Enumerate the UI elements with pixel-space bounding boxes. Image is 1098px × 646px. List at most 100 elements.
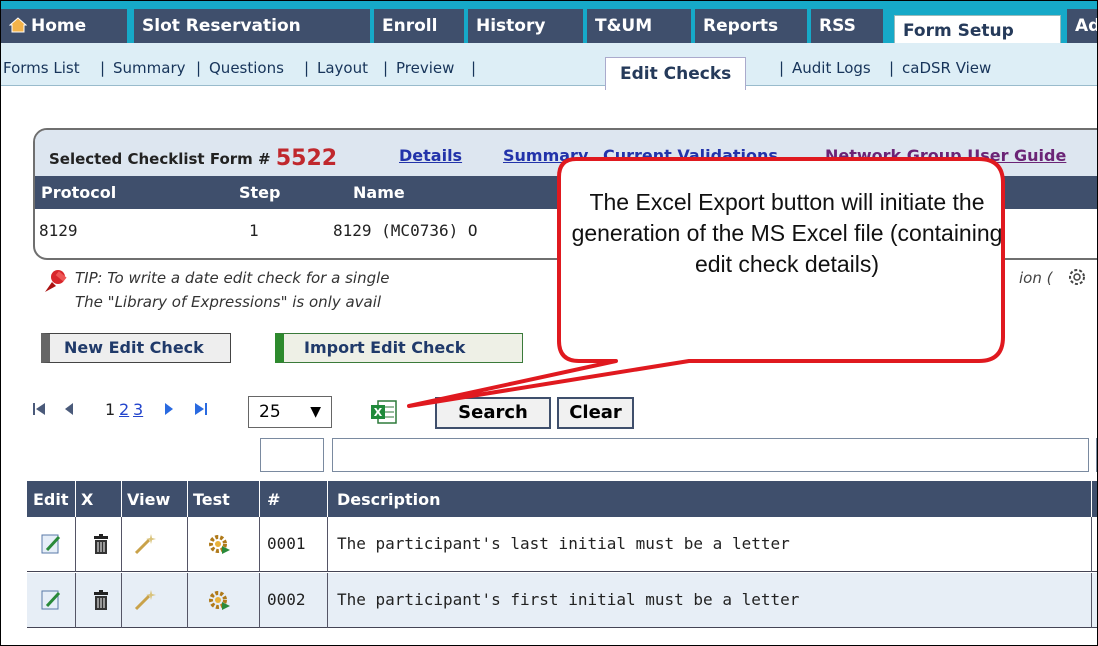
table-row: 0002 The participant's first initial mus… xyxy=(27,573,1097,628)
edit-icon[interactable] xyxy=(39,588,63,612)
subtab-separator: | xyxy=(383,59,389,77)
subtab-audit-logs[interactable]: Audit Logs xyxy=(792,59,871,77)
tip-line-1-end: ion ( xyxy=(1019,269,1053,287)
header-edit: Edit xyxy=(33,490,69,509)
column-divider xyxy=(1091,481,1092,517)
column-step: Step xyxy=(239,183,281,202)
view-wand-icon[interactable] xyxy=(133,532,157,556)
test-gear-icon[interactable] xyxy=(207,588,231,612)
column-divider xyxy=(1091,573,1092,628)
tab-reports[interactable]: Reports xyxy=(695,9,807,43)
header-description: Description xyxy=(337,490,441,509)
column-divider xyxy=(75,573,76,628)
page-size-select[interactable]: 25 ▼ xyxy=(248,396,332,428)
test-gear-icon[interactable] xyxy=(207,532,231,556)
header-number: # xyxy=(267,490,281,509)
subtab-summary[interactable]: Summary xyxy=(113,59,186,77)
header-delete: X xyxy=(81,490,94,509)
subtab-separator: | xyxy=(779,59,785,77)
subtab-separator: | xyxy=(471,59,477,77)
edit-icon[interactable] xyxy=(39,532,63,556)
search-button[interactable]: Search xyxy=(435,397,551,429)
column-name: Name xyxy=(353,183,405,202)
row-number: 0002 xyxy=(267,590,306,609)
app-frame: Home Slot Reservation Enroll History T&U… xyxy=(0,0,1098,646)
subtab-separator: | xyxy=(889,59,895,77)
trash-icon[interactable] xyxy=(89,588,113,612)
subtab-preview[interactable]: Preview xyxy=(396,59,454,77)
tab-admin[interactable]: Ad xyxy=(1067,9,1097,43)
row-description: The participant's first initial must be … xyxy=(337,590,800,609)
column-divider xyxy=(187,481,188,517)
column-divider xyxy=(121,481,122,517)
column-divider xyxy=(121,517,122,572)
tab-slot-reservation[interactable]: Slot Reservation xyxy=(134,9,370,43)
subtab-edit-checks[interactable]: Edit Checks xyxy=(605,57,747,90)
tab-home[interactable]: Home xyxy=(1,9,127,43)
clear-button[interactable]: Clear xyxy=(557,397,634,429)
column-divider xyxy=(327,481,328,517)
excel-export-icon[interactable]: X xyxy=(370,399,398,425)
form-number: 5522 xyxy=(275,146,338,171)
callout-text: The Excel Export button will initiate th… xyxy=(571,189,1003,277)
previous-page-icon[interactable] xyxy=(61,401,77,417)
network-group-user-guide-link[interactable]: Network Group User Guide xyxy=(825,146,1066,165)
subtab-forms-list[interactable]: Forms List xyxy=(3,59,80,77)
selected-form-label: Selected Checklist Form # 5522 xyxy=(49,146,337,171)
tip-line-2: The "Library of Expressions" is only ava… xyxy=(75,293,382,311)
pushpin-icon xyxy=(45,270,67,292)
import-edit-check-button[interactable]: Import Edit Check xyxy=(275,333,523,363)
edit-checks-table-header: Edit X View Test # Description xyxy=(27,481,1097,517)
subtab-questions[interactable]: Questions xyxy=(209,59,284,77)
subtab-separator: | xyxy=(196,59,202,77)
column-divider xyxy=(75,517,76,572)
house-icon xyxy=(9,17,27,33)
details-link[interactable]: Details xyxy=(399,146,462,165)
subtab-layout[interactable]: Layout xyxy=(317,59,368,77)
column-protocol: Protocol xyxy=(41,183,117,202)
column-divider xyxy=(259,573,260,628)
column-divider xyxy=(187,517,188,572)
trash-icon[interactable] xyxy=(89,532,113,556)
header-test: Test xyxy=(193,490,230,509)
view-wand-icon[interactable] xyxy=(133,588,157,612)
first-page-icon[interactable] xyxy=(31,401,47,417)
header-view: View xyxy=(127,490,171,509)
step-value: 1 xyxy=(249,221,259,240)
column-divider xyxy=(259,481,260,517)
page-link-2[interactable]: 2 xyxy=(119,400,129,419)
dropdown-arrow-icon: ▼ xyxy=(310,404,321,420)
summary-link[interactable]: Summary xyxy=(503,146,588,165)
tab-rss[interactable]: RSS xyxy=(811,9,883,43)
selected-form-header: Selected Checklist Form # 5522 Details S… xyxy=(35,130,1097,176)
new-edit-check-button[interactable]: New Edit Check xyxy=(41,333,231,363)
current-validations-link[interactable]: Current Validations xyxy=(603,146,778,165)
row-number: 0001 xyxy=(267,534,306,553)
column-divider xyxy=(187,573,188,628)
column-divider xyxy=(1091,517,1092,572)
subtab-separator: | xyxy=(304,59,310,77)
protocol-value: 8129 xyxy=(39,221,78,240)
tab-home-label: Home xyxy=(31,16,87,36)
description-filter-input[interactable] xyxy=(332,438,1089,472)
gear-icon xyxy=(1069,269,1085,285)
tab-tum[interactable]: T&UM xyxy=(587,9,691,43)
page-link-3[interactable]: 3 xyxy=(133,400,143,419)
svg-text:X: X xyxy=(374,406,383,419)
column-divider xyxy=(259,517,260,572)
column-divider xyxy=(121,573,122,628)
name-value: 8129 (MC0736) O xyxy=(333,221,478,240)
tab-enroll[interactable]: Enroll xyxy=(374,9,464,43)
subtab-separator: | xyxy=(100,59,106,77)
tab-form-setup[interactable]: Form Setup xyxy=(894,15,1061,45)
tip-line-1: TIP: To write a date edit check for a si… xyxy=(75,269,390,287)
column-divider xyxy=(75,481,76,517)
selected-form-label-text: Selected Checklist Form # xyxy=(49,150,271,168)
current-page: 1 xyxy=(105,400,116,419)
next-page-icon[interactable] xyxy=(161,401,177,417)
subtab-cadsr-view[interactable]: caDSR View xyxy=(902,59,991,77)
last-page-icon[interactable] xyxy=(193,401,209,417)
top-navigation: Home Slot Reservation Enroll History T&U… xyxy=(1,1,1097,45)
number-filter-input[interactable] xyxy=(260,438,324,472)
tab-history[interactable]: History xyxy=(468,9,583,43)
